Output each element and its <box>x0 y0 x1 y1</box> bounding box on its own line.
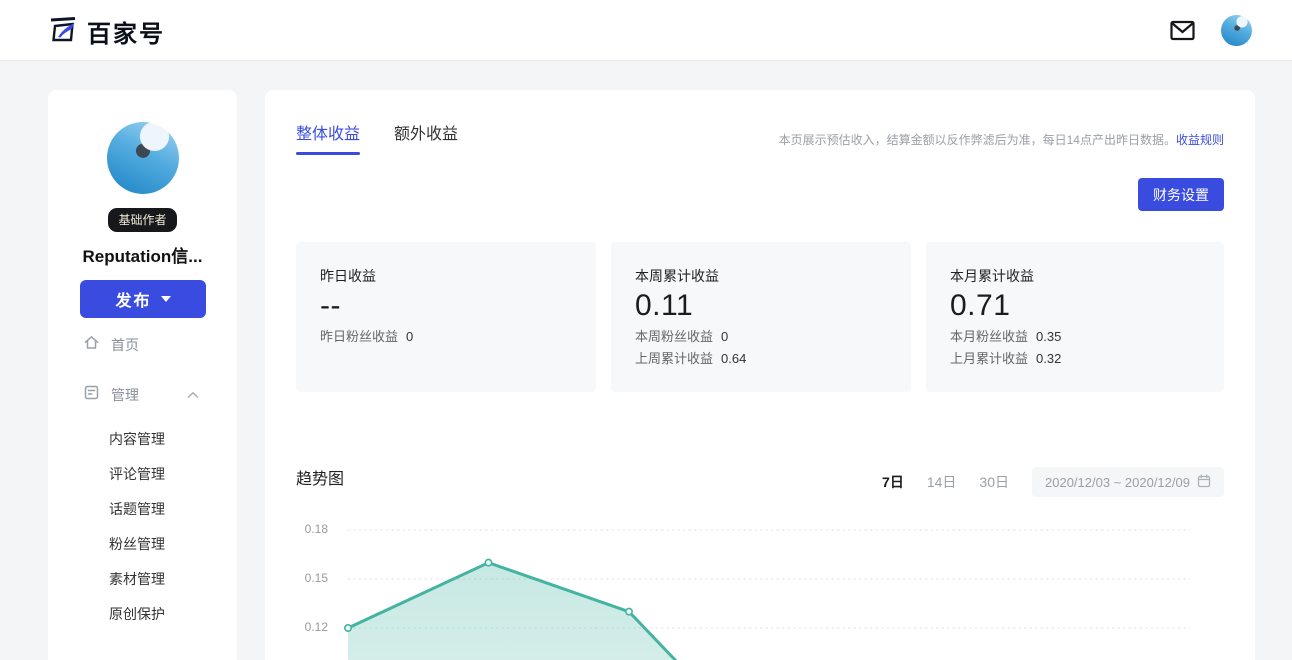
date-range-picker[interactable]: 2020/12/03 ~ 2020/12/09 <box>1032 467 1224 497</box>
publish-label: 发布 <box>115 287 151 311</box>
manage-submenu: 内容管理 评论管理 话题管理 粉丝管理 素材管理 原创保护 <box>48 429 237 624</box>
subrow-label: 昨日粉丝收益 <box>320 329 398 344</box>
income-tabs: 整体收益 额外收益 <box>296 120 458 155</box>
subrow-label: 上月累计收益 <box>950 351 1028 366</box>
stat-subrow: 本月粉丝收益 0.35 <box>950 326 1061 348</box>
income-disclaimer: 本页展示预估收入，结算金额以反作弊滤后为准，每日14点产出昨日数据。收益规则 <box>779 131 1224 148</box>
sidebar-nav: 首页 管理 内容管理 评论管理 话题管理 粉丝管理 素材管理 原创保护 <box>48 335 237 639</box>
subrow-value: 0 <box>721 329 728 344</box>
author-level-badge: 基础作者 <box>108 208 176 232</box>
y-axis-tick: 0.18 <box>283 522 328 536</box>
tab-label: 整体收益 <box>296 126 360 143</box>
home-icon <box>83 334 100 356</box>
y-axis-tick: 0.15 <box>283 571 328 585</box>
period-30d[interactable]: 30日 <box>979 472 1009 492</box>
header-user-avatar[interactable] <box>1221 15 1252 46</box>
disclaimer-text: 本页展示预估收入，结算金额以反作弊滤后为准，每日14点产出昨日数据。 <box>779 133 1176 147</box>
y-axis-tick: 0.12 <box>283 620 328 634</box>
username: Reputation信... <box>48 242 237 267</box>
sidebar: 基础作者 Reputation信... 发布 首页 管理 <box>48 90 237 660</box>
stat-subrow: 昨日粉丝收益 0 <box>320 326 413 348</box>
tab-label: 额外收益 <box>394 126 458 143</box>
top-header: 百家号 <box>0 0 1292 61</box>
period-7d[interactable]: 7日 <box>882 472 904 492</box>
chart-gridlines <box>348 530 1190 628</box>
stat-card-month: 本月累计收益 0.71 本月粉丝收益 0.35 上月累计收益 0.32 <box>926 242 1224 392</box>
stat-subrow: 本周粉丝收益 0 <box>635 326 746 348</box>
finance-settings-button[interactable]: 财务设置 <box>1138 178 1224 211</box>
stat-subrow: 上月累计收益 0.32 <box>950 348 1061 370</box>
main-panel: 整体收益 额外收益 本页展示预估收入，结算金额以反作弊滤后为准，每日14点产出昨… <box>265 90 1255 660</box>
chart-point-markers <box>345 559 632 631</box>
publish-button[interactable]: 发布 <box>80 280 206 318</box>
stat-title: 昨日收益 <box>320 266 596 286</box>
sidebar-item-comment-manage[interactable]: 评论管理 <box>48 464 237 484</box>
chart-trend-line <box>348 563 770 660</box>
baijiahao-logo-mark-icon <box>48 14 78 49</box>
baijiahao-logo[interactable]: 百家号 <box>48 14 165 49</box>
chart-area-fill <box>348 563 770 660</box>
stat-title: 本周累计收益 <box>635 266 911 286</box>
sidebar-item-topic-manage[interactable]: 话题管理 <box>48 499 237 519</box>
subrow-value: 0.64 <box>721 351 746 366</box>
trend-controls: 7日 14日 30日 2020/12/03 ~ 2020/12/09 <box>882 467 1224 497</box>
brand-name: 百家号 <box>87 14 165 49</box>
subrow-label: 上周累计收益 <box>635 351 713 366</box>
page: 百家号 基础作者 Reputation信... 发布 <box>0 0 1292 660</box>
sidebar-item-manage[interactable]: 管理 <box>48 385 237 405</box>
subrow-value: 0.35 <box>1036 329 1061 344</box>
manage-doc-icon <box>83 384 100 406</box>
subrow-value: 0.32 <box>1036 351 1061 366</box>
sidebar-item-fans-manage[interactable]: 粉丝管理 <box>48 534 237 554</box>
stat-value: 0.11 <box>635 289 911 323</box>
header-actions <box>1170 0 1252 60</box>
stat-card-yesterday: 昨日收益 -- 昨日粉丝收益 0 <box>296 242 596 392</box>
stat-title: 本月累计收益 <box>950 266 1224 286</box>
stat-card-week: 本周累计收益 0.11 本周粉丝收益 0 上周累计收益 0.64 <box>611 242 911 392</box>
trend-chart-title: 趋势图 <box>296 465 344 489</box>
sidebar-item-label: 管理 <box>111 385 139 405</box>
subrow-label: 本周粉丝收益 <box>635 329 713 344</box>
stat-subrow: 上周累计收益 0.64 <box>635 348 746 370</box>
sidebar-item-original-protect[interactable]: 原创保护 <box>48 604 237 624</box>
profile-avatar[interactable] <box>107 122 179 194</box>
date-range-value: 2020/12/03 ~ 2020/12/09 <box>1045 475 1190 490</box>
mail-icon[interactable] <box>1170 20 1195 41</box>
sidebar-item-label: 首页 <box>111 335 139 355</box>
profile-block: 基础作者 Reputation信... <box>48 90 237 267</box>
chevron-up-icon <box>187 391 199 399</box>
calendar-icon <box>1197 474 1211 491</box>
sidebar-item-material-manage[interactable]: 素材管理 <box>48 569 237 589</box>
active-tab-underline <box>296 152 360 155</box>
sidebar-item-home[interactable]: 首页 <box>48 335 237 355</box>
subrow-value: 0 <box>406 329 413 344</box>
income-rules-link[interactable]: 收益规则 <box>1176 133 1224 147</box>
period-14d[interactable]: 14日 <box>927 472 957 492</box>
tab-extra-income[interactable]: 额外收益 <box>394 120 458 155</box>
stat-cards: 昨日收益 -- 昨日粉丝收益 0 本周累计收益 0.11 本周粉丝收益 0 上周累计… <box>296 242 1224 392</box>
tab-overall-income[interactable]: 整体收益 <box>296 120 360 155</box>
sidebar-item-content-manage[interactable]: 内容管理 <box>48 429 237 449</box>
stat-value: -- <box>320 289 596 323</box>
stat-value: 0.71 <box>950 289 1224 323</box>
caret-down-icon <box>161 296 171 302</box>
subrow-label: 本月粉丝收益 <box>950 329 1028 344</box>
